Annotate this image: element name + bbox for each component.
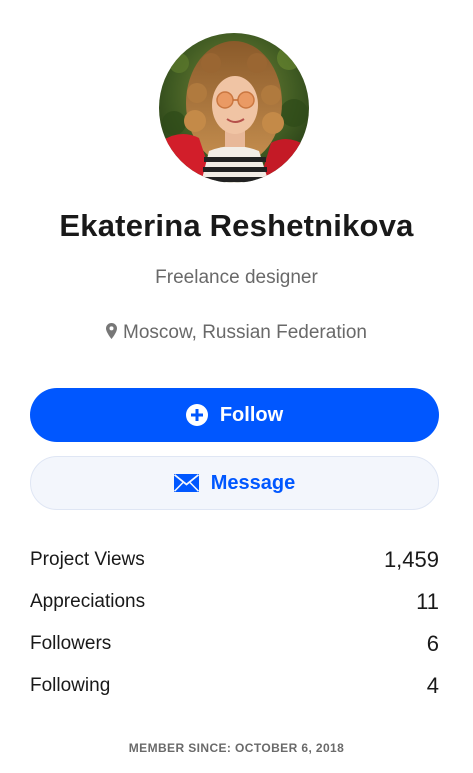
stat-row-appreciations[interactable]: Appreciations 11 <box>30 581 439 623</box>
profile-location: Moscow, Russian Federation <box>0 322 473 345</box>
message-button[interactable]: Message <box>30 456 439 510</box>
stat-label: Following <box>30 675 111 696</box>
envelope-icon <box>173 474 199 492</box>
stat-value: 1,459 <box>383 547 439 572</box>
stat-label: Followers <box>30 633 112 654</box>
avatar[interactable] <box>159 33 309 183</box>
stat-row-following[interactable]: Following 4 <box>30 665 439 707</box>
avatar-image <box>159 33 309 183</box>
map-pin-icon <box>106 323 118 345</box>
message-label: Message <box>210 471 296 494</box>
stat-row-followers[interactable]: Followers 6 <box>30 623 439 665</box>
stat-value: 11 <box>416 589 439 614</box>
stat-label: Appreciations <box>30 591 146 612</box>
follow-label: Follow <box>219 403 284 426</box>
stat-label: Project Views <box>30 549 145 570</box>
stat-value: 4 <box>426 673 439 698</box>
profile-card: Ekaterina Reshetnikova Freelance designe… <box>0 0 473 773</box>
plus-circle-icon <box>185 404 208 426</box>
profile-stats: Project Views 1,459 Appreciations 11 Fol… <box>30 539 439 707</box>
follow-button[interactable]: Follow <box>30 388 439 442</box>
member-since: MEMBER SINCE: OCTOBER 6, 2018 <box>128 741 345 755</box>
location-text: Moscow, Russian Federation <box>123 322 367 343</box>
stat-row-project-views[interactable]: Project Views 1,459 <box>30 539 439 581</box>
stat-value: 6 <box>426 631 439 656</box>
profile-name: Ekaterina Reshetnikova <box>59 208 414 243</box>
profile-occupation: Freelance designer <box>155 267 318 288</box>
